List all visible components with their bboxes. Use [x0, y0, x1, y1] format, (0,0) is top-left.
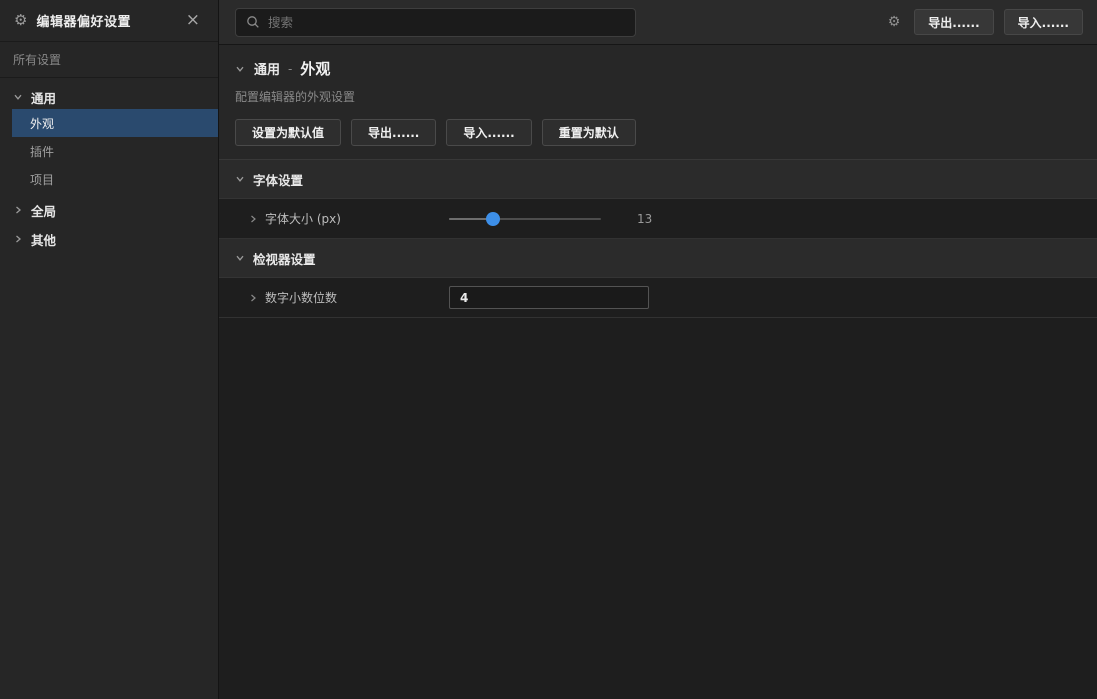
chevron-down-icon [235, 174, 245, 184]
tree-item-label: 外观 [30, 115, 54, 132]
tree-group-other[interactable]: 其他 [0, 227, 218, 251]
breadcrumb-separator: - [288, 62, 292, 76]
search-icon [246, 15, 260, 29]
setting-row-font-size: 字体大小 (px) 13 [219, 199, 1097, 239]
chevron-right-icon[interactable] [248, 214, 258, 224]
set-default-button[interactable]: 设置为默认值 [235, 119, 341, 146]
tree-group-label: 其他 [31, 230, 56, 249]
tree-group-general[interactable]: 通用 [0, 85, 218, 109]
section-header-inspector[interactable]: 检视器设置 [219, 239, 1097, 278]
close-icon[interactable]: × [182, 10, 204, 31]
tree-item-label: 项目 [30, 171, 54, 188]
section-header-font[interactable]: 字体设置 [219, 160, 1097, 199]
sidebar-header: ⚙ 编辑器偏好设置 × [0, 0, 218, 42]
search-input[interactable] [268, 15, 625, 30]
tree-item-appearance[interactable]: 外观 [12, 109, 218, 137]
search-box[interactable] [235, 8, 636, 37]
page-title: 外观 [300, 58, 330, 79]
setting-row-decimal-places: 数字小数位数 [219, 278, 1097, 318]
tree-item-label: 插件 [30, 143, 54, 160]
import-button[interactable]: 导入...... [1004, 9, 1083, 35]
chevron-right-icon[interactable] [248, 293, 258, 303]
gear-icon: ⚙ [14, 13, 27, 28]
settings-content: 通用 - 外观 配置编辑器的外观设置 设置为默认值 导出...... 导入...… [219, 45, 1097, 699]
preferences-window: ⚙ 编辑器偏好设置 × 所有设置 通用 外观 插件 项目 [0, 0, 1097, 699]
setting-label: 字体大小 (px) [265, 210, 449, 227]
page-header: 通用 - 外观 配置编辑器的外观设置 设置为默认值 导出...... 导入...… [219, 45, 1097, 160]
setting-label: 数字小数位数 [265, 289, 449, 306]
chevron-down-icon [235, 253, 245, 263]
topbar-actions: ⚙ 导出...... 导入...... [888, 9, 1083, 35]
chevron-down-icon [235, 64, 245, 74]
sidebar: ⚙ 编辑器偏好设置 × 所有设置 通用 外观 插件 项目 [0, 0, 219, 699]
slider-value: 13 [637, 212, 652, 226]
tree-group-global[interactable]: 全局 [0, 198, 218, 222]
tree-item-project[interactable]: 项目 [0, 165, 218, 193]
breadcrumb[interactable]: 通用 - 外观 [235, 58, 1081, 79]
empty-area [219, 318, 1097, 699]
header-button-row: 设置为默认值 导出...... 导入...... 重置为默认 [235, 119, 1081, 146]
section-title: 字体设置 [253, 170, 303, 189]
chevron-down-icon [13, 92, 23, 102]
tree-group-label: 通用 [31, 88, 56, 107]
slider-thumb[interactable] [486, 212, 500, 226]
topbar: ⚙ 导出...... 导入...... [219, 0, 1097, 45]
settings-tree: 通用 外观 插件 项目 全局 [0, 78, 218, 699]
sidebar-item-all-settings[interactable]: 所有设置 [0, 42, 218, 78]
section-title: 检视器设置 [253, 249, 316, 268]
decimal-places-input[interactable] [449, 286, 649, 309]
page-description: 配置编辑器的外观设置 [235, 88, 1081, 105]
chevron-right-icon [13, 234, 23, 244]
tree-item-plugins[interactable]: 插件 [0, 137, 218, 165]
tree-group-label: 全局 [31, 201, 56, 220]
reset-default-button[interactable]: 重置为默认 [542, 119, 636, 146]
export-button[interactable]: 导出...... [914, 9, 993, 35]
import-settings-button[interactable]: 导入...... [446, 119, 531, 146]
export-settings-button[interactable]: 导出...... [351, 119, 436, 146]
font-size-slider[interactable] [449, 212, 601, 226]
breadcrumb-group: 通用 [254, 59, 280, 78]
main-panel: ⚙ 导出...... 导入...... 通用 - 外观 配置编辑器的外观设置 设… [219, 0, 1097, 699]
settings-gear-icon[interactable]: ⚙ [888, 15, 901, 29]
window-title: 编辑器偏好设置 [36, 11, 181, 30]
chevron-right-icon [13, 205, 23, 215]
